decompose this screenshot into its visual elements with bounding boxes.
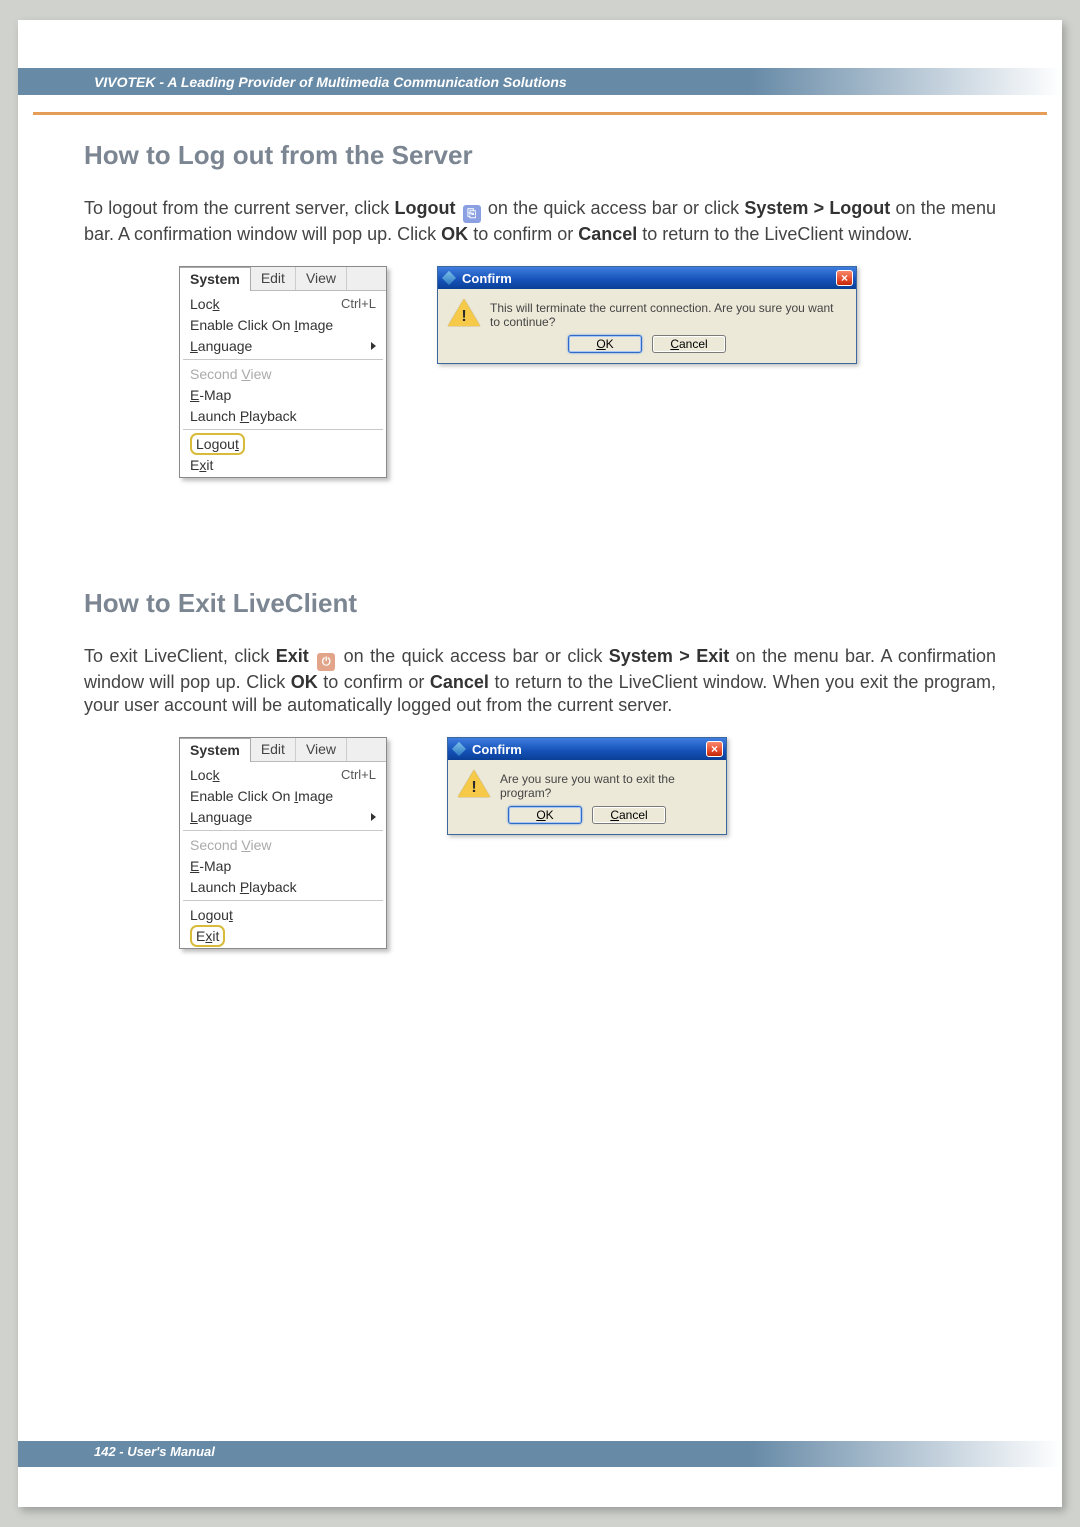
menu-item-logout[interactable]: Logout [180, 433, 386, 454]
menu-separator [183, 900, 383, 901]
close-button[interactable]: × [706, 741, 723, 757]
menu-item-label: Language [190, 338, 252, 354]
system-menu-logout: System Edit View Lock Ctrl+L Enable Clic… [179, 266, 387, 478]
bold-system-exit: System > Exit [609, 646, 729, 666]
footer-text: 142 - User's Manual [94, 1444, 215, 1459]
text: on the quick access bar or click [344, 646, 609, 666]
menu-item-language[interactable]: Language [180, 806, 386, 827]
submenu-arrow-icon [371, 342, 376, 350]
menu-tab-view[interactable]: View [296, 267, 347, 290]
menu-tabs: System Edit View [180, 267, 386, 291]
dialog-icon [452, 742, 466, 756]
menu-item-language[interactable]: Language [180, 335, 386, 356]
menu-shortcut: Ctrl+L [341, 767, 376, 782]
page-header: VIVOTEK - A Leading Provider of Multimed… [18, 68, 1062, 95]
dialog-message: Are you sure you want to exit the progra… [500, 770, 714, 800]
menu-tab-system[interactable]: System [180, 738, 251, 762]
page-sheet: VIVOTEK - A Leading Provider of Multimed… [0, 0, 1080, 1527]
system-menu-exit: System Edit View Lock Ctrl+L Enable Clic… [179, 737, 387, 949]
bold-ok: OK [291, 672, 318, 692]
page-footer: 142 - User's Manual [94, 1444, 215, 1459]
menu-item-label: E-Map [190, 858, 231, 874]
section-title-exit: How to Exit LiveClient [84, 588, 996, 619]
menu-item-label: Enable Click On Image [190, 317, 333, 333]
header-accent-line [33, 112, 1047, 115]
menu-item-label: Launch Playback [190, 408, 297, 424]
bold-ok: OK [441, 224, 468, 244]
header-text: VIVOTEK - A Leading Provider of Multimed… [94, 74, 567, 90]
ok-button[interactable]: OK [568, 335, 642, 353]
menu-tabs: System Edit View [180, 738, 386, 762]
document-page: VIVOTEK - A Leading Provider of Multimed… [18, 20, 1062, 1507]
text: To logout from the current server, click [84, 198, 395, 218]
highlight-exit: Exit [190, 925, 225, 947]
logout-icon: ⎘ [463, 205, 481, 223]
menu-item-label: Second View [190, 837, 271, 853]
bold-system-logout: System > Logout [744, 198, 890, 218]
menu-item-lock[interactable]: Lock Ctrl+L [180, 293, 386, 314]
paragraph-exit: To exit LiveClient, click Exit ⏻ on the … [84, 645, 996, 717]
menu-item-label: Lock [190, 296, 220, 312]
dialog-icon [442, 271, 456, 285]
menu-item-launch-playback[interactable]: Launch Playback [180, 405, 386, 426]
close-button[interactable]: × [836, 270, 853, 286]
menu-separator [183, 359, 383, 360]
menu-tab-edit[interactable]: Edit [251, 267, 296, 290]
text: on the quick access bar or click [488, 198, 744, 218]
menu-tab-view[interactable]: View [296, 738, 347, 761]
menu-tab-system[interactable]: System [180, 267, 251, 291]
menu-item-label: Language [190, 809, 252, 825]
menu-item-enable-click[interactable]: Enable Click On Image [180, 314, 386, 335]
menu-item-logout[interactable]: Logout [180, 904, 386, 925]
menu-item-label: E-Map [190, 387, 231, 403]
bold-logout: Logout [395, 198, 456, 218]
menu-item-emap[interactable]: E-Map [180, 855, 386, 876]
dialog-title: Confirm [462, 271, 512, 286]
menu-item-second-view: Second View [180, 363, 386, 384]
menu-item-enable-click[interactable]: Enable Click On Image [180, 785, 386, 806]
menu-separator [183, 830, 383, 831]
menu-item-label: Exit [190, 457, 213, 473]
confirm-dialog-logout: Confirm × ! This will terminate the curr… [437, 266, 857, 364]
bold-exit: Exit [276, 646, 309, 666]
text: to return to the LiveClient window. [642, 224, 912, 244]
close-icon: × [841, 272, 848, 284]
menu-item-launch-playback[interactable]: Launch Playback [180, 876, 386, 897]
menu-shortcut: Ctrl+L [341, 296, 376, 311]
dialog-titlebar[interactable]: Confirm × [438, 267, 856, 289]
warning-icon: ! [458, 770, 490, 798]
cancel-button[interactable]: Cancel [592, 806, 666, 824]
menu-tab-edit[interactable]: Edit [251, 738, 296, 761]
dialog-message: This will terminate the current connecti… [490, 299, 844, 329]
highlight-logout: Logout [190, 433, 245, 455]
menu-item-exit[interactable]: Exit [180, 925, 386, 946]
menu-item-exit[interactable]: Exit [180, 454, 386, 475]
menu-item-lock[interactable]: Lock Ctrl+L [180, 764, 386, 785]
section-title-logout: How to Log out from the Server [84, 140, 996, 171]
dialog-title: Confirm [472, 742, 522, 757]
dialog-titlebar[interactable]: Confirm × [448, 738, 726, 760]
text: to confirm or [473, 224, 578, 244]
text: To exit LiveClient, click [84, 646, 276, 666]
menu-item-label: Logout [190, 907, 233, 923]
menu-item-label: Lock [190, 767, 220, 783]
bold-cancel: Cancel [578, 224, 637, 244]
menu-item-second-view: Second View [180, 834, 386, 855]
exit-icon: ⏻ [317, 653, 335, 671]
menu-item-emap[interactable]: E-Map [180, 384, 386, 405]
bold-cancel: Cancel [430, 672, 489, 692]
ok-button[interactable]: OK [508, 806, 582, 824]
cancel-button[interactable]: Cancel [652, 335, 726, 353]
warning-icon: ! [448, 299, 480, 327]
menu-item-label: Enable Click On Image [190, 788, 333, 804]
text: to confirm or [323, 672, 430, 692]
submenu-arrow-icon [371, 813, 376, 821]
close-icon: × [711, 743, 718, 755]
menu-item-label: Second View [190, 366, 271, 382]
confirm-dialog-exit: Confirm × ! Are you sure you want to exi… [447, 737, 727, 835]
menu-separator [183, 429, 383, 430]
menu-item-label: Launch Playback [190, 879, 297, 895]
paragraph-logout: To logout from the current server, click… [84, 197, 996, 246]
